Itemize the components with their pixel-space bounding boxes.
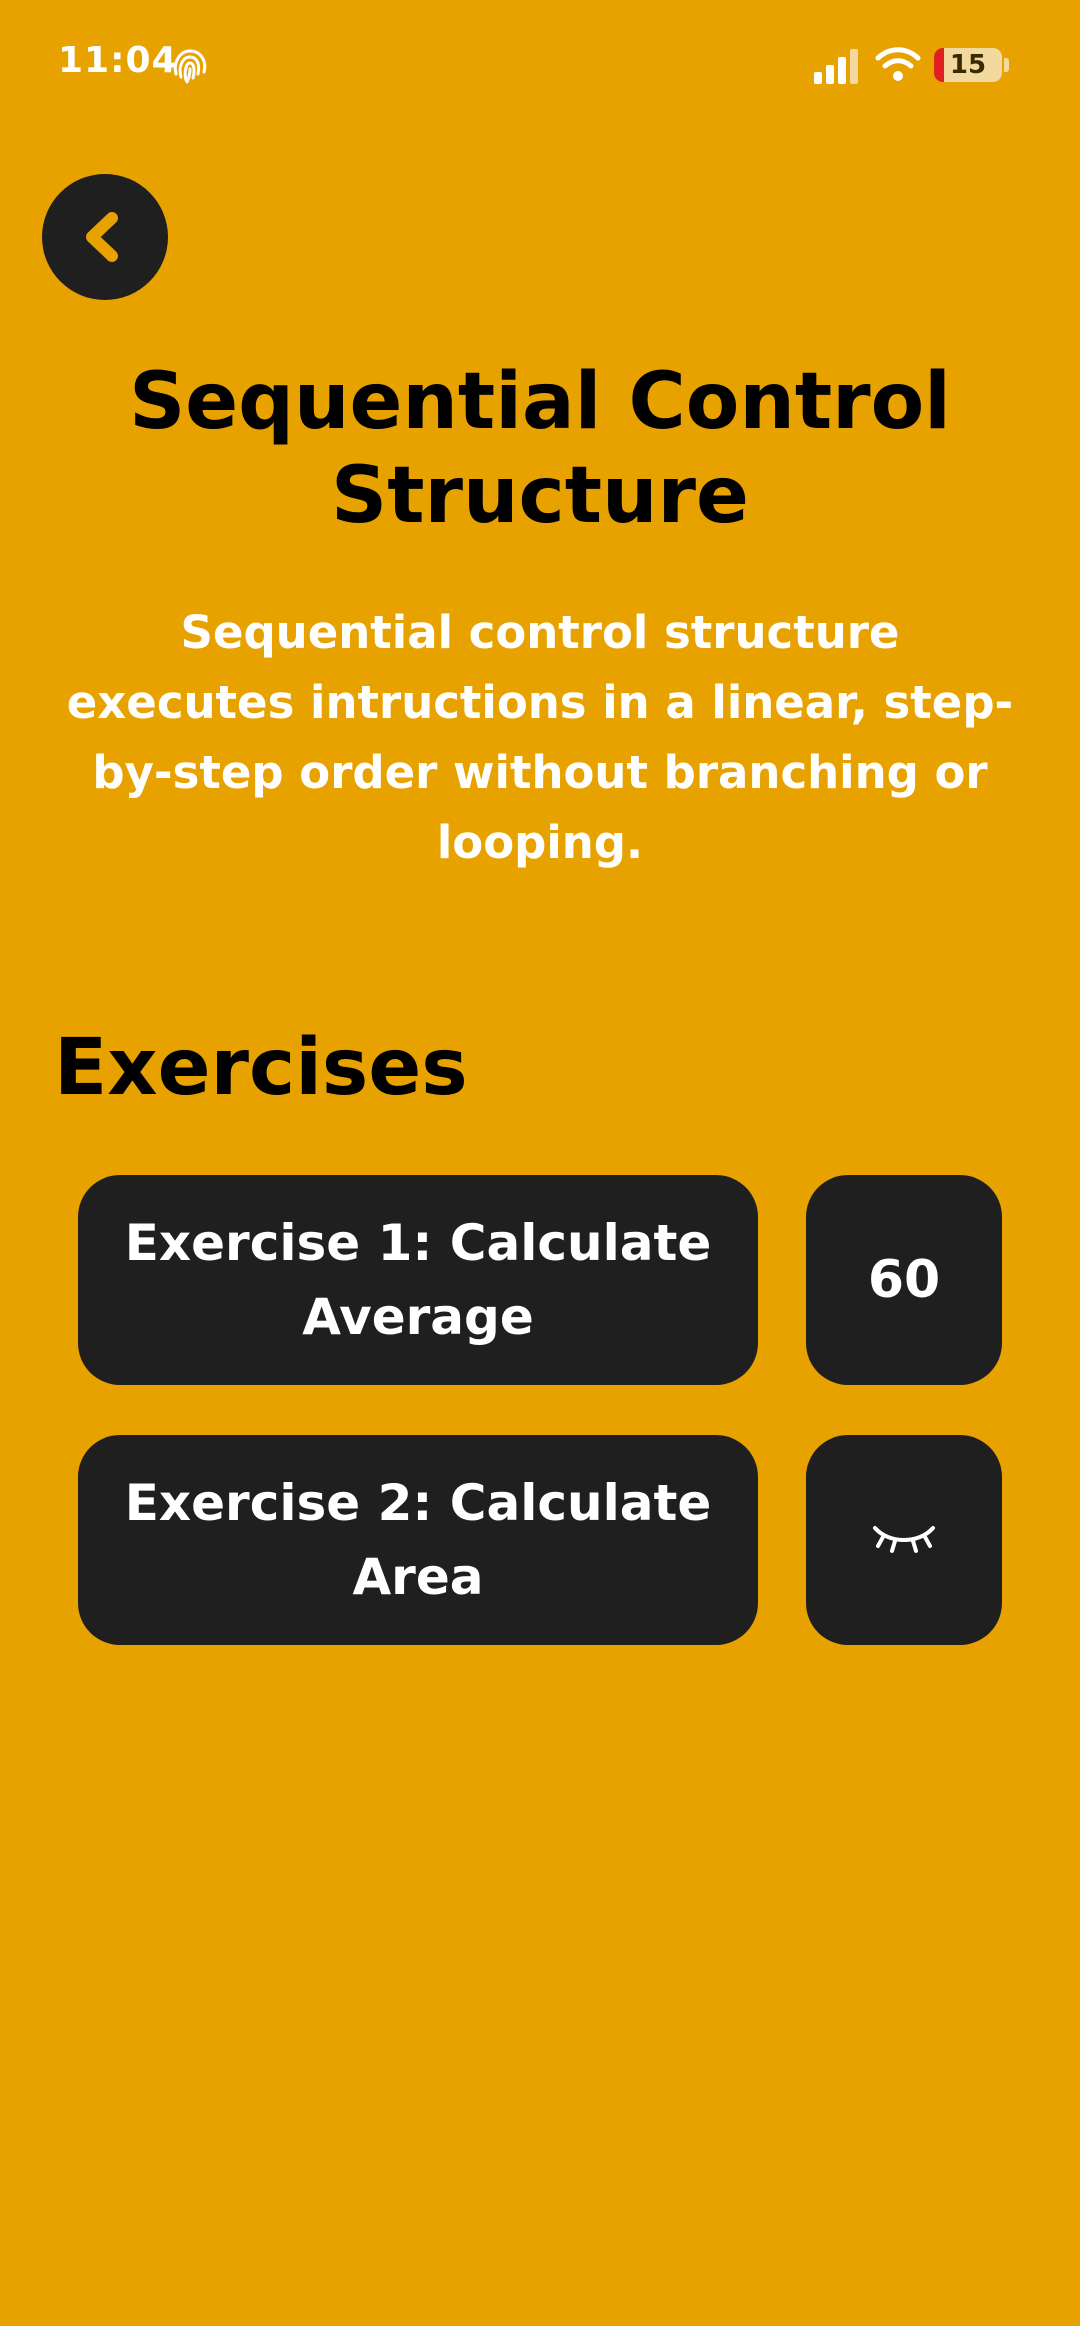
- status-time: 11:04: [58, 40, 178, 81]
- battery-cap: [1004, 58, 1009, 72]
- exercise-2-button[interactable]: Exercise 2: Calculate Area: [78, 1435, 758, 1645]
- chevron-left-icon: [86, 212, 118, 262]
- wifi-icon: [875, 47, 921, 81]
- signal-icon: [814, 49, 858, 84]
- exercise-2-hidden-score-button[interactable]: [806, 1435, 1002, 1645]
- exercise-score: 60: [867, 1250, 941, 1310]
- exercise-row: Exercise 1: Calculate Average 60: [78, 1175, 1002, 1385]
- battery-level: 15: [949, 50, 987, 80]
- exercise-label: Exercise 2: Calculate Area: [124, 1474, 712, 1606]
- lesson-description: Sequential control structure executes in…: [66, 606, 1014, 869]
- status-bar: 11:04 15: [0, 0, 1080, 130]
- exercises-heading: Exercises: [54, 1023, 468, 1113]
- fingerprint-icon: [173, 49, 207, 84]
- battery-icon: 15: [934, 48, 1002, 82]
- page-title: Sequential Control Structure: [129, 357, 951, 541]
- exercise-row: Exercise 2: Calculate Area: [78, 1435, 1002, 1645]
- exercise-label: Exercise 1: Calculate Average: [124, 1214, 712, 1346]
- eye-closed-icon: [873, 1526, 935, 1553]
- back-button[interactable]: [42, 174, 168, 300]
- exercise-1-score-badge[interactable]: 60: [806, 1175, 1002, 1385]
- exercise-1-button[interactable]: Exercise 1: Calculate Average: [78, 1175, 758, 1385]
